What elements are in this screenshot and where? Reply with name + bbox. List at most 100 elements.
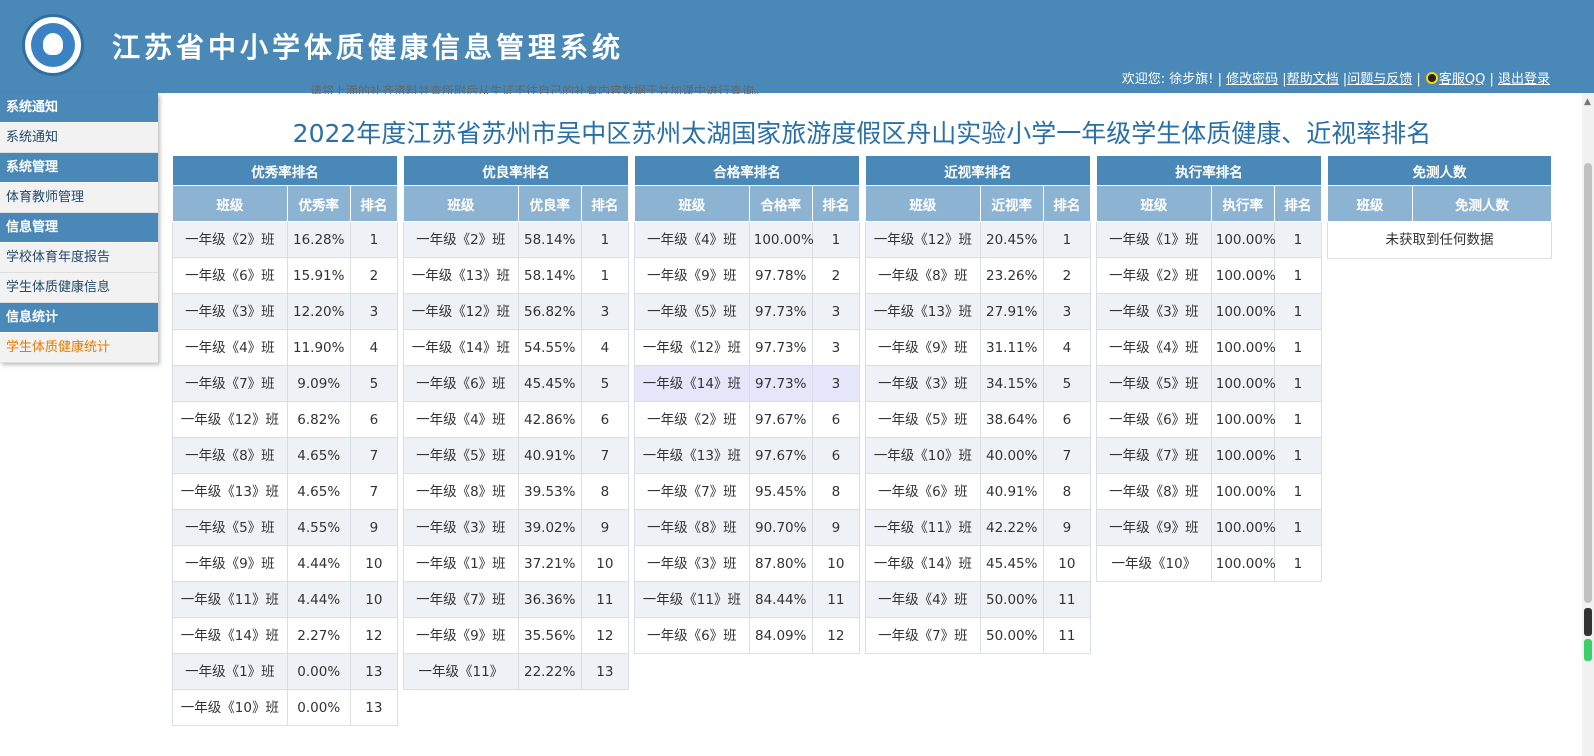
table-row: 一年级《2》班 58.14% 1 — [403, 221, 629, 258]
scrollbar-marker — [1584, 608, 1592, 636]
column-header[interactable]: 优秀率 — [286, 185, 351, 222]
sidebar-group-system[interactable]: 系统管理 — [0, 153, 158, 183]
column-header[interactable]: 近视率 — [979, 185, 1044, 222]
scrollbar-thumb[interactable] — [1584, 163, 1592, 603]
table-cell: 90.70% — [748, 509, 813, 546]
table-row: 一年级《10》班 0.00% 13 — [172, 689, 398, 726]
table-row: 一年级《6》班 15.91% 2 — [172, 257, 398, 294]
table-cell: 一年级《14》班 — [634, 365, 750, 402]
logout-link[interactable]: 退出登录 — [1498, 72, 1550, 87]
column-header[interactable]: 班级 — [865, 185, 981, 222]
column-header[interactable]: 班级 — [1327, 185, 1414, 222]
column-header[interactable]: 班级 — [634, 185, 750, 222]
table-cell: 一年级《11》班 — [865, 509, 981, 546]
notice-text-partial: 请将上面的补齐资料并查所附后从生证不往自己的补有内容数据于并加课中进行查询。 — [310, 84, 767, 94]
sidebar-item-pe-teachers[interactable]: 体育教师管理 — [0, 183, 158, 213]
table-cell: 一年级《3》班 — [865, 365, 981, 402]
table-cell: 100.00% — [1210, 545, 1276, 582]
sidebar-item-student-health-info[interactable]: 学生体质健康信息 — [0, 273, 158, 303]
column-header[interactable]: 排名 — [349, 185, 398, 222]
table-cell: 100.00% — [1210, 509, 1276, 546]
column-header[interactable]: 排名 — [580, 185, 629, 222]
table-cell: 一年级《13》班 — [865, 293, 981, 330]
page-scrollbar[interactable]: ▲ — [1582, 93, 1594, 756]
help-docs-link[interactable]: 帮助文档 — [1287, 72, 1339, 87]
table-cell: 一年级《3》班 — [172, 293, 288, 330]
table-cell: 一年级《10》班 — [172, 689, 288, 726]
table-cell: 100.00% — [1210, 221, 1276, 258]
table-cell: 7 — [580, 437, 629, 474]
table-cell: 84.09% — [748, 617, 813, 654]
table-cell: 一年级《10》 — [1096, 545, 1212, 582]
table-row: 一年级《10》班 40.00% 7 — [865, 437, 1091, 474]
table-cell: 一年级《1》班 — [172, 653, 288, 690]
column-header[interactable]: 排名 — [1042, 185, 1091, 222]
table-cell: 3 — [811, 365, 860, 402]
table-row: 一年级《4》班 50.00% 11 — [865, 581, 1091, 618]
execution-rate-table: 执行率排名 班级 执行率 排名 一年级《1》班 100.00% 1 一年级《2》班 100.00… — [1096, 155, 1322, 756]
column-header[interactable]: 班级 — [1096, 185, 1212, 222]
table-cell: 3 — [1042, 293, 1091, 330]
table-cell: 39.53% — [517, 473, 582, 510]
table-cell: 13 — [580, 653, 629, 690]
feedback-link[interactable]: 问题与反馈 — [1347, 72, 1412, 87]
table-cell: 42.22% — [979, 509, 1044, 546]
table-cell: 100.00% — [1210, 437, 1276, 474]
column-header[interactable]: 班级 — [403, 185, 519, 222]
table-row: 一年级《1》班 37.21% 10 — [403, 545, 629, 582]
table-cell: 9.09% — [286, 365, 351, 402]
table-row: 一年级《8》班 39.53% 8 — [403, 473, 629, 510]
sidebar-item-health-statistics[interactable]: 学生体质健康统计 — [0, 333, 158, 363]
table-cell: 6 — [811, 401, 860, 438]
table-row: 一年级《2》班 16.28% 1 — [172, 221, 398, 258]
column-header[interactable]: 合格率 — [748, 185, 813, 222]
table-row: 一年级《13》班 97.67% 6 — [634, 437, 860, 474]
customer-qq-link[interactable]: 客服QQ — [1439, 72, 1485, 87]
table-cell: 37.21% — [517, 545, 582, 582]
column-header[interactable]: 排名 — [811, 185, 860, 222]
table-row: 一年级《14》班 54.55% 4 — [403, 329, 629, 366]
table-cell: 56.82% — [517, 293, 582, 330]
table-cell: 6.82% — [286, 401, 351, 438]
table-cell: 7 — [1042, 437, 1091, 474]
table-cell: 一年级《8》班 — [865, 257, 981, 294]
sidebar-item-system-notice[interactable]: 系统通知 — [0, 123, 158, 153]
table-cell: 一年级《5》班 — [1096, 365, 1212, 402]
table-cell: 31.11% — [979, 329, 1044, 366]
table-cell: 一年级《9》班 — [865, 329, 981, 366]
column-header[interactable]: 执行率 — [1210, 185, 1275, 222]
table-cell: 一年级《13》班 — [172, 473, 288, 510]
column-header[interactable]: 免测人数 — [1412, 185, 1552, 222]
table-cell: 40.91% — [979, 473, 1044, 510]
table-cell: 1 — [1273, 329, 1322, 366]
table-row: 一年级《9》班 100.00% 1 — [1096, 509, 1322, 546]
table-cell: 1 — [1273, 401, 1322, 438]
table-cell: 一年级《11》班 — [634, 581, 750, 618]
table-row: 一年级《11》班 42.22% 9 — [865, 509, 1091, 546]
table-cell: 3 — [349, 293, 398, 330]
table-cell: 10 — [580, 545, 629, 582]
table-cell: 45.45% — [517, 365, 582, 402]
table-cell: 一年级《4》班 — [1096, 329, 1212, 366]
table-cell: 5 — [1042, 365, 1091, 402]
table-row: 一年级《9》班 35.56% 12 — [403, 617, 629, 654]
sidebar-item-annual-report[interactable]: 学校体育年度报告 — [0, 243, 158, 273]
column-header[interactable]: 排名 — [1273, 185, 1322, 222]
table-cell: 97.67% — [748, 401, 813, 438]
sidebar-group-info[interactable]: 信息管理 — [0, 213, 158, 243]
table-row: 一年级《2》班 100.00% 1 — [1096, 257, 1322, 294]
table-cell: 一年级《4》班 — [403, 401, 519, 438]
column-header[interactable]: 优良率 — [517, 185, 582, 222]
table-cell: 一年级《8》班 — [403, 473, 519, 510]
sidebar-group-statistics[interactable]: 信息统计 — [0, 303, 158, 333]
scroll-up-icon[interactable]: ▲ — [1584, 97, 1591, 107]
table-cell: 一年级《8》班 — [634, 509, 750, 546]
column-header[interactable]: 班级 — [172, 185, 288, 222]
table-row: 一年级《8》班 90.70% 9 — [634, 509, 860, 546]
table-row: 一年级《11》班 4.44% 10 — [172, 581, 398, 618]
sidebar-group-notice[interactable]: 系统通知 — [0, 93, 158, 123]
table-row: 一年级《3》班 12.20% 3 — [172, 293, 398, 330]
table-cell: 一年级《1》班 — [403, 545, 519, 582]
table-cell: 11 — [580, 581, 629, 618]
change-password-link[interactable]: 修改密码 — [1226, 72, 1278, 87]
